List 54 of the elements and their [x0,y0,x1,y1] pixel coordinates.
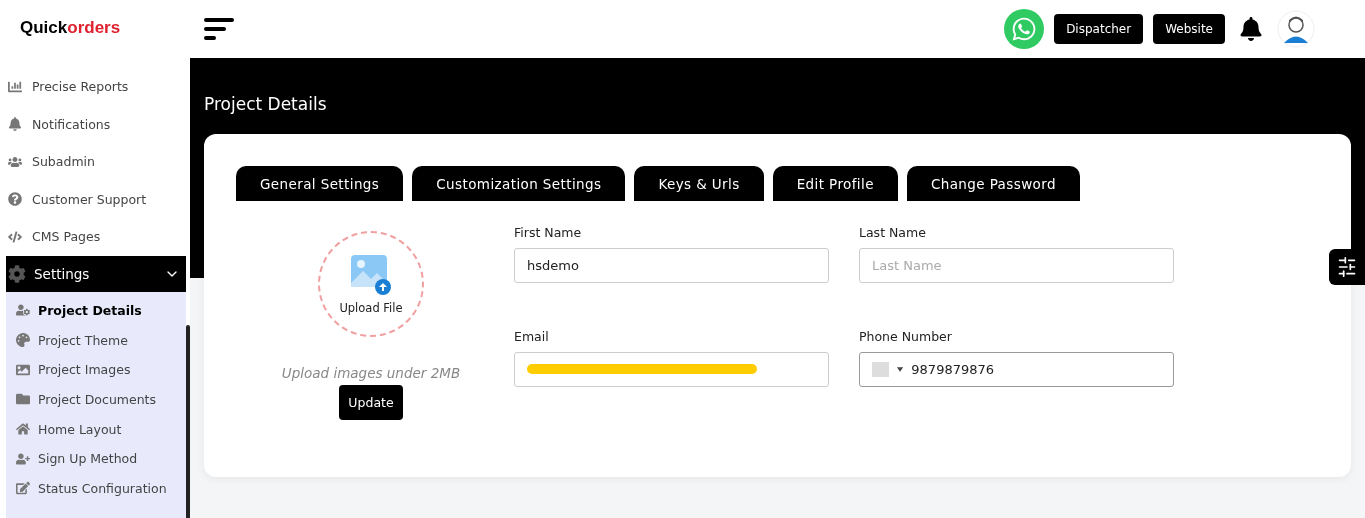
code-icon [8,229,22,244]
image-upload-icon [349,253,393,297]
avatar-icon[interactable] [1277,10,1315,48]
tab[interactable]: Customization Settings [412,166,626,201]
sidebar-item[interactable]: CMS Pages [0,218,190,256]
sidebar-group[interactable]: Settings [6,255,186,292]
edit-icon [16,481,30,496]
settings-icon[interactable] [1329,249,1365,285]
tab[interactable]: Edit Profile [772,166,898,201]
sidebar-item[interactable]: Customer Support [0,180,190,218]
help-icon [8,192,22,207]
upload-area[interactable]: Upload File [318,231,424,337]
sidebar-item[interactable]: Subadmin [0,143,190,181]
caret-icon [897,366,904,372]
header-button[interactable]: Dispatcher [1054,14,1144,44]
tab[interactable]: Keys & Urls [634,166,764,201]
sidebar-item[interactable]: Notifications [0,105,190,143]
image-icon [16,362,30,377]
submenu-item[interactable]: Project Details [6,295,186,326]
group-label: Settings [34,265,91,282]
tab[interactable]: Change Password [906,166,1080,201]
field-label: First Name [514,225,583,240]
update-button[interactable]: Update [339,385,403,420]
submenu-item[interactable]: Project Images [6,354,186,385]
upload-label: Upload File [339,301,403,315]
input-field[interactable]: hsdemo [514,248,829,283]
submenu-item[interactable]: Project Theme [6,325,186,355]
gear-icon [8,264,26,283]
user-gear-icon [16,303,30,318]
upload-hint: Upload images under 2MB [281,365,461,381]
palette-icon [16,333,30,348]
user-plus-icon [16,451,30,466]
sidebar-item[interactable]: Precise Reports [0,68,190,106]
bell-icon [8,117,22,132]
input-field[interactable]: Last Name [859,248,1174,283]
menu-icon[interactable] [204,17,236,41]
folder-icon [16,392,30,407]
logo: Quickorders [19,17,122,39]
field-label: Last Name [859,225,927,240]
bell-icon[interactable] [1239,17,1263,41]
submenu-item[interactable]: Status Configuration [6,473,186,504]
submenu-item[interactable]: Home Layout [6,414,186,444]
chart-icon [8,79,22,94]
tab[interactable]: General Settings [236,166,404,201]
phone-field[interactable]: 9879879876 [859,351,1174,387]
submenu-item[interactable]: Sign Up Method [6,443,186,474]
field-label: Email [514,328,550,344]
users-icon [8,154,22,169]
header-button[interactable]: Website [1153,14,1225,44]
input-field[interactable] [514,351,829,387]
field-label: Phone Number [859,328,953,344]
home-icon [16,422,30,437]
page-title: Project Details [204,94,328,114]
submenu-item[interactable]: Project Documents [6,384,186,415]
